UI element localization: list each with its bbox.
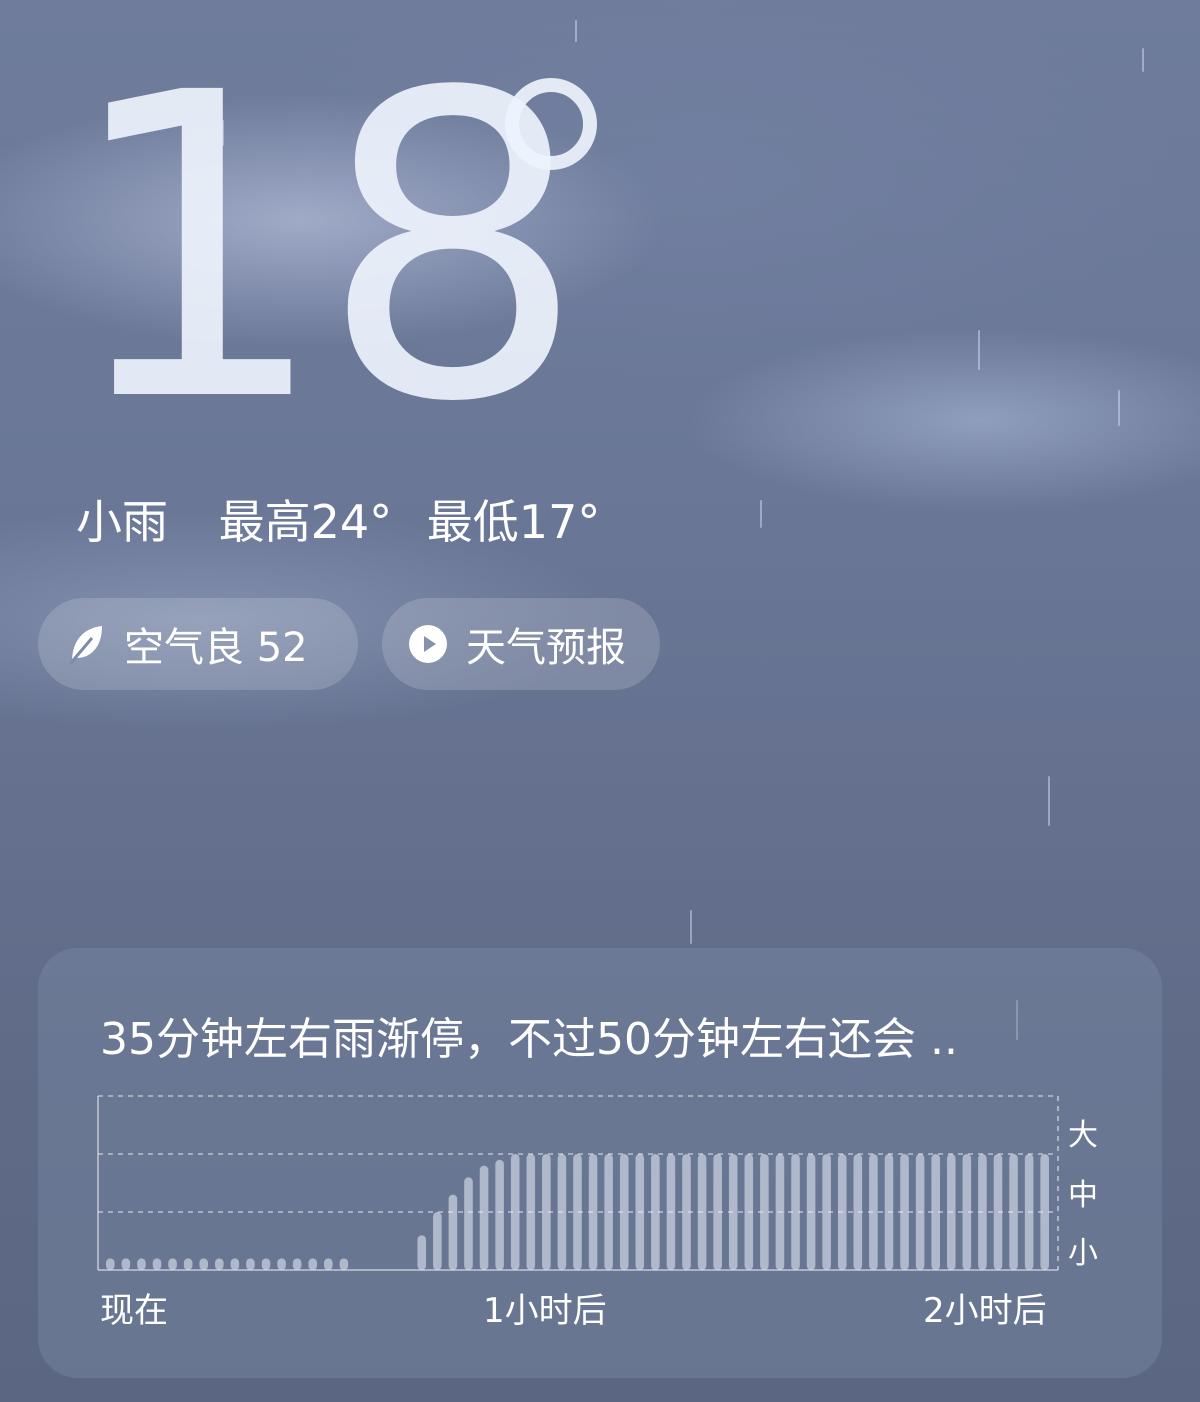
y-label-heavy: 大: [1068, 1118, 1098, 1153]
precip-bar: [510, 1154, 520, 1270]
precip-bar: [962, 1154, 972, 1270]
precip-bar: [666, 1154, 676, 1270]
y-label-light: 小: [1068, 1236, 1098, 1271]
precip-bar: [448, 1194, 458, 1270]
y-label-moderate: 中: [1068, 1178, 1098, 1213]
precipitation-card[interactable]: 35分钟左右雨渐停，不过50分钟左右还会 .. 大 中 小 现在 1小时后 2小…: [38, 948, 1162, 1378]
precip-bar: [433, 1212, 442, 1270]
degree-symbol: [505, 78, 597, 170]
low-temperature: 最低17°: [426, 495, 601, 549]
air-quality-label: 空气良 52: [124, 625, 308, 671]
precip-bar: [121, 1258, 131, 1270]
precip-bar: [806, 1154, 816, 1270]
precip-bar: [292, 1258, 302, 1270]
precip-bar: [106, 1258, 115, 1270]
leaf-icon: [66, 622, 106, 666]
precip-bar: [697, 1154, 707, 1270]
precip-bar: [230, 1258, 240, 1270]
precip-bar: [183, 1258, 193, 1270]
precip-bar: [837, 1154, 847, 1270]
precip-bar: [261, 1258, 271, 1270]
precip-bar: [557, 1154, 567, 1270]
precip-bar: [931, 1154, 940, 1270]
precip-bar: [978, 1154, 987, 1270]
precip-bar: [339, 1258, 349, 1270]
precip-bar: [246, 1258, 255, 1270]
precip-bar: [495, 1159, 504, 1270]
precip-bar: [853, 1154, 863, 1270]
precip-bar: [635, 1154, 645, 1270]
precip-bar: [604, 1154, 613, 1270]
precip-bar: [791, 1154, 800, 1270]
precip-bar: [822, 1154, 831, 1270]
precip-bar: [1040, 1154, 1049, 1270]
condition-line: 小雨 最高24° 最低17°: [76, 492, 636, 552]
precip-bar: [651, 1154, 660, 1270]
x-label-2h: 2小时后: [923, 1291, 1047, 1331]
precip-bar: [1024, 1154, 1034, 1270]
precip-bar: [215, 1258, 224, 1270]
x-label-1h: 1小时后: [483, 1291, 607, 1331]
precip-bar: [760, 1154, 769, 1270]
precip-bar: [744, 1154, 754, 1270]
precip-bar: [915, 1154, 925, 1270]
precip-bar: [775, 1154, 785, 1270]
precip-bar: [324, 1258, 333, 1270]
precip-bar: [137, 1258, 146, 1270]
air-quality-button[interactable]: 空气良 52: [38, 598, 358, 690]
precip-bar: [168, 1258, 177, 1270]
precip-bar: [152, 1258, 162, 1270]
precip-bar: [1009, 1154, 1018, 1270]
precip-bar: [308, 1258, 318, 1270]
precip-bar: [479, 1165, 489, 1270]
precip-bar: [946, 1154, 956, 1270]
precip-bar: [573, 1154, 582, 1270]
precip-bar: [526, 1154, 536, 1270]
precip-bar: [417, 1235, 427, 1270]
weather-forecast-button[interactable]: 天气预报: [382, 598, 660, 690]
x-label-now: 现在: [100, 1291, 168, 1331]
precip-bar: [884, 1154, 894, 1270]
precip-bar: [199, 1258, 209, 1270]
weather-forecast-label: 天气预报: [466, 625, 626, 671]
precip-bar: [900, 1154, 909, 1270]
high-temperature: 最高24°: [218, 495, 393, 549]
precip-bar: [993, 1154, 1003, 1270]
precip-bar: [713, 1154, 722, 1270]
current-temperature: 18: [62, 5, 586, 494]
precip-bar: [728, 1154, 738, 1270]
precip-bar: [869, 1154, 878, 1270]
precip-bar: [277, 1258, 286, 1270]
precip-bar: [619, 1154, 629, 1270]
precip-bar: [588, 1154, 598, 1270]
precip-bar: [682, 1154, 691, 1270]
precip-bar: [464, 1177, 473, 1270]
precip-bar: [542, 1154, 551, 1270]
play-icon: [408, 624, 448, 664]
condition-text: 小雨: [76, 495, 168, 549]
